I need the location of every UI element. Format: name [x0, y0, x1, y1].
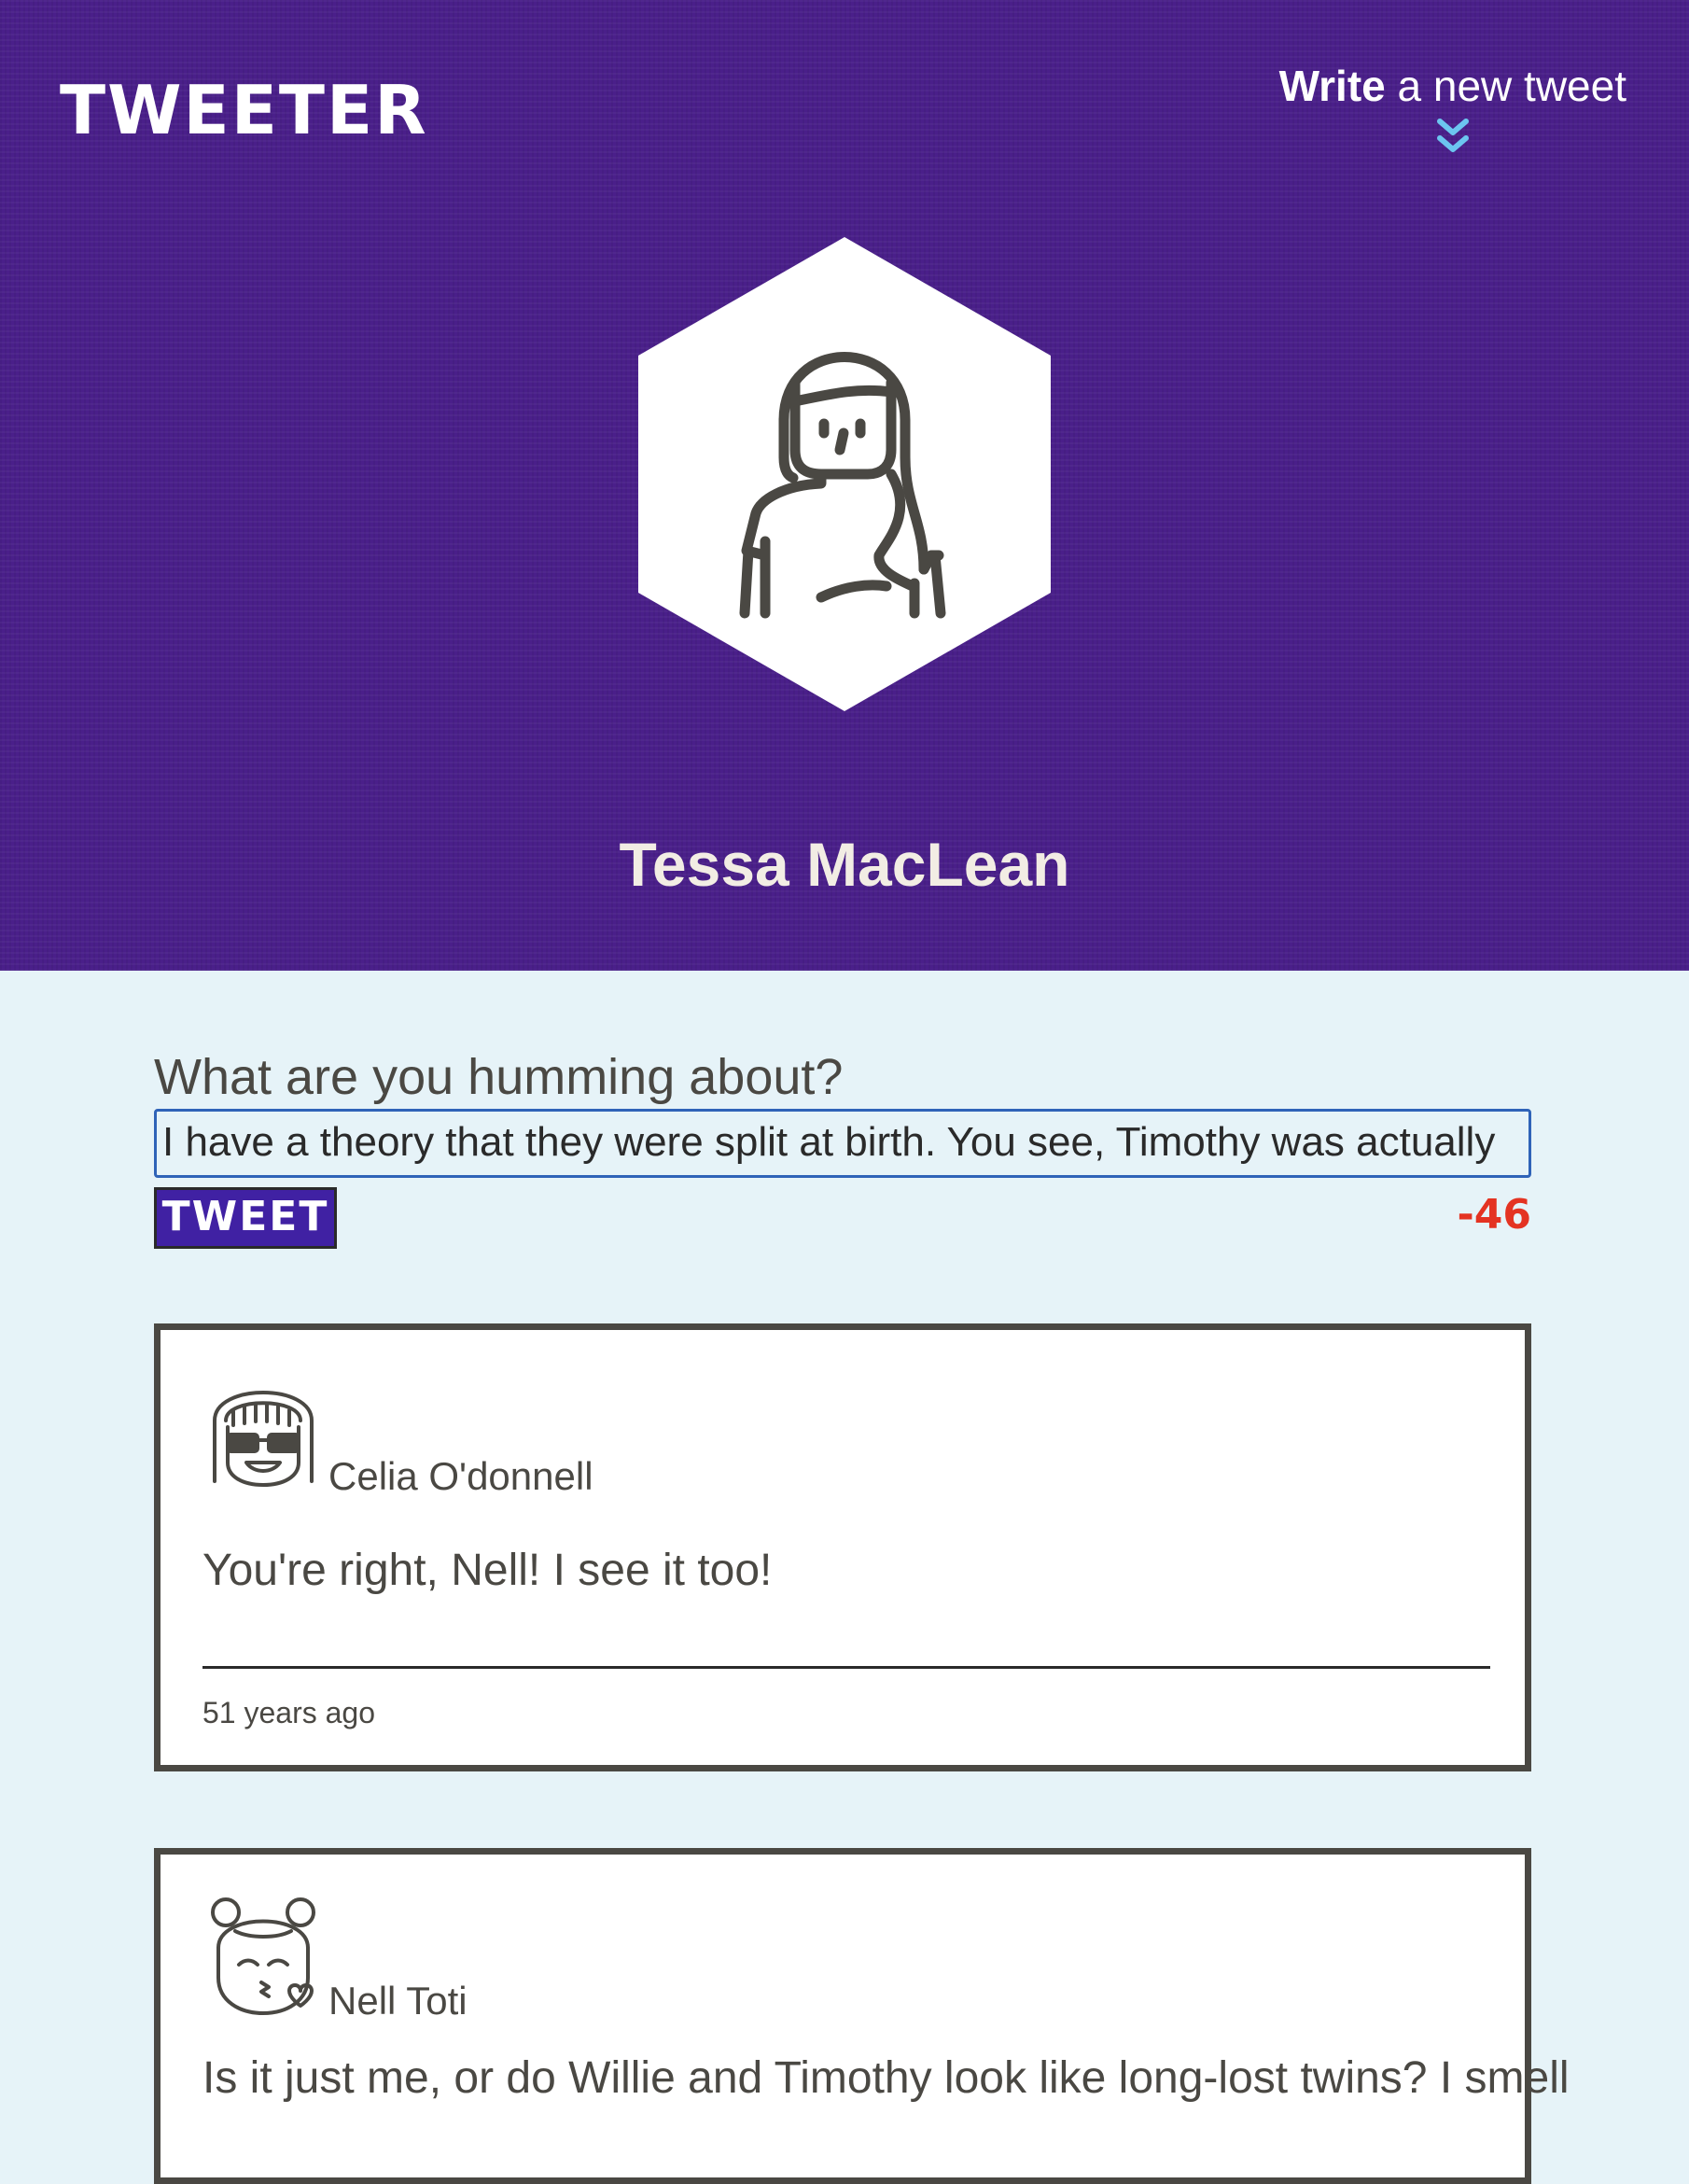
- tweet-divider: [202, 1666, 1490, 1669]
- profile-header: TWEETER Write a new tweet Tessa MacLean: [0, 0, 1689, 971]
- write-new-tweet-bold: Write: [1278, 62, 1386, 110]
- girl-with-sunglasses-avatar-icon: [213, 1391, 314, 1487]
- tweet-author-name[interactable]: Celia O'donnell: [328, 1453, 593, 1500]
- tweet-submit-button[interactable]: TWEET: [154, 1187, 337, 1249]
- tweet-timestamp: 51 years ago: [202, 1696, 376, 1729]
- tweet-card: Celia O'donnell You're right, Nell! I se…: [154, 1323, 1531, 1771]
- double-chevron-down-icon[interactable]: [1434, 116, 1472, 157]
- girl-blowing-kiss-avatar-icon: [211, 1897, 315, 2015]
- tweet-input[interactable]: I have a theory that they were split at …: [154, 1109, 1531, 1178]
- app-logo[interactable]: TWEETER: [60, 73, 428, 147]
- tweet-header: Celia O'donnell: [207, 1369, 1420, 1500]
- tweet-text: You're right, Nell! I see it too!: [202, 1546, 773, 1595]
- write-new-tweet-toggle[interactable]: Write a new tweet: [1279, 60, 1626, 157]
- woman-avatar-icon: [638, 237, 1051, 711]
- tweet-author-name[interactable]: Nell Toti: [328, 1978, 468, 2024]
- tweet-card: Nell Toti Is it just me, or do Willie an…: [154, 1848, 1570, 2184]
- tweet-composer: What are you humming about? I have a the…: [154, 1045, 1531, 1262]
- write-new-tweet-rest: a new tweet: [1385, 62, 1627, 110]
- composer-prompt: What are you humming about?: [154, 1049, 844, 1105]
- tweet-text: Is it just me, or do Willie and Timothy …: [202, 2053, 1570, 2103]
- composer-actions: TWEET -46: [154, 1187, 1531, 1262]
- profile-name: Tessa MacLean: [619, 830, 1070, 899]
- tweet-header: Nell Toti: [207, 1894, 1420, 2024]
- write-new-tweet-label[interactable]: Write a new tweet: [1279, 60, 1626, 112]
- character-counter: -46: [1457, 1191, 1532, 1239]
